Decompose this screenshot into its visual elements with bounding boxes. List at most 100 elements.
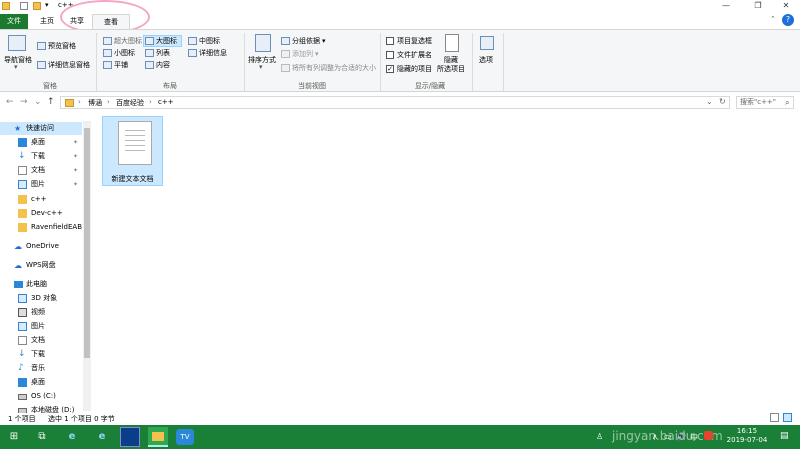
sidebar-item-music[interactable]: ♪ 音乐 bbox=[0, 362, 82, 375]
clock[interactable]: 16:15 2019-07-04 bbox=[722, 427, 772, 445]
layout-tiles[interactable]: 平铺 bbox=[103, 60, 128, 70]
item-checkboxes-label: 项目复选框 bbox=[397, 37, 432, 45]
sidebar-label: 下载 bbox=[31, 152, 45, 160]
help-button[interactable]: ? bbox=[782, 14, 794, 26]
layout-large-icons[interactable]: 大图标 bbox=[143, 35, 182, 47]
properties-icon[interactable] bbox=[20, 2, 28, 10]
layout-details[interactable]: 详细信息 bbox=[188, 48, 227, 58]
volume-icon[interactable]: 🔊 bbox=[676, 432, 686, 441]
large-icons-view-icon[interactable] bbox=[783, 413, 792, 422]
person-icon[interactable]: ♙ bbox=[596, 432, 603, 441]
extra-large-icons-icon bbox=[103, 37, 112, 45]
collapse-ribbon-button[interactable]: ⌃ bbox=[770, 15, 776, 23]
recent-locations-button[interactable]: ⌄ bbox=[34, 97, 42, 107]
app-icon[interactable] bbox=[120, 427, 140, 447]
back-button[interactable]: ← bbox=[6, 97, 14, 107]
tray-expand-icon[interactable]: ∧ bbox=[652, 432, 658, 441]
new-folder-icon[interactable] bbox=[33, 2, 41, 10]
details-view-icon[interactable] bbox=[770, 413, 779, 422]
sidebar-scrollbar-thumb[interactable] bbox=[84, 128, 90, 358]
size-columns-button[interactable]: 将所有列调整为合适的大小 bbox=[281, 63, 376, 73]
tab-file[interactable]: 文件 bbox=[0, 14, 28, 29]
refresh-icon[interactable]: ↻ bbox=[719, 97, 726, 106]
task-view-button[interactable]: ⧉ bbox=[32, 427, 52, 447]
sidebar-item-wps[interactable]: ☁ WPS网盘 bbox=[0, 259, 82, 272]
checkbox[interactable] bbox=[386, 51, 394, 59]
checkbox-checked[interactable]: ✓ bbox=[386, 65, 394, 73]
selection-info: 选中 1 个项目 0 字节 bbox=[48, 415, 115, 423]
sidebar-label: 快速访问 bbox=[26, 124, 54, 132]
sidebar-item-pc-documents[interactable]: 文档 bbox=[0, 334, 82, 347]
sogou-ime-icon[interactable] bbox=[704, 431, 713, 440]
minimize-button[interactable]: — bbox=[712, 0, 740, 12]
chevron-down-icon[interactable]: ▾ bbox=[259, 63, 263, 71]
sidebar-item-quick-access[interactable]: ★ 快速访问 bbox=[0, 122, 82, 135]
sidebar-item-downloads[interactable]: ↓ 下载 ✦ bbox=[0, 150, 82, 163]
sidebar-item-3d-objects[interactable]: 3D 对象 bbox=[0, 292, 82, 305]
edge-icon[interactable]: e bbox=[92, 427, 112, 447]
sidebar-item-onedrive[interactable]: ☁ OneDrive bbox=[0, 240, 82, 253]
notification-icon[interactable]: ▤ bbox=[780, 431, 789, 441]
pin-icon[interactable]: ✦ bbox=[73, 136, 78, 149]
preview-pane-button[interactable]: 预览窗格 bbox=[37, 41, 76, 51]
battery-icon[interactable]: ▭ bbox=[664, 432, 672, 441]
sidebar-item-pc-desktop[interactable]: 桌面 bbox=[0, 376, 82, 389]
group-by-button[interactable]: 分组依据 ▾ bbox=[281, 36, 326, 46]
item-checkboxes-toggle[interactable]: 项目复选框 bbox=[386, 36, 432, 46]
layout-medium-icons[interactable]: 中图标 bbox=[188, 36, 220, 46]
close-button[interactable]: ✕ bbox=[772, 0, 800, 12]
maximize-button[interactable]: ❐ bbox=[744, 0, 772, 12]
address-dropdown-icon[interactable]: ⌄ bbox=[706, 97, 713, 106]
search-icon: ⌕ bbox=[785, 98, 790, 107]
small-icons-icon bbox=[103, 49, 112, 57]
breadcrumb-item[interactable]: 百度经验 bbox=[116, 98, 144, 108]
layout-label: 内容 bbox=[156, 61, 170, 69]
sidebar-item-drive-d[interactable]: 本地磁盘 (D:) bbox=[0, 404, 82, 413]
sidebar-item-pictures[interactable]: 图片 ✦ bbox=[0, 178, 82, 191]
layout-content[interactable]: 内容 bbox=[145, 60, 170, 70]
sidebar-item-ravenfield[interactable]: RavenfieldEABe bbox=[0, 221, 82, 234]
sidebar-item-pc-pictures[interactable]: 图片 bbox=[0, 320, 82, 333]
sidebar-item-desktop[interactable]: 桌面 ✦ bbox=[0, 136, 82, 149]
hide-selected-label-2[interactable]: 所选项目 bbox=[437, 64, 465, 74]
options-button[interactable]: 选项 bbox=[479, 55, 493, 65]
layout-label: 超大图标 bbox=[114, 37, 142, 45]
ie-icon[interactable]: e bbox=[62, 427, 82, 447]
breadcrumb-item[interactable]: 博涵 bbox=[88, 98, 102, 108]
details-pane-button[interactable]: 详细信息窗格 bbox=[37, 60, 90, 70]
file-extensions-toggle[interactable]: 文件扩展名 bbox=[386, 50, 432, 60]
start-button[interactable]: ⊞ bbox=[4, 427, 24, 447]
sidebar-item-drive-c[interactable]: OS (C:) bbox=[0, 390, 82, 403]
file-explorer-icon[interactable] bbox=[148, 427, 168, 447]
pin-icon[interactable]: ✦ bbox=[73, 150, 78, 163]
sidebar-item-this-pc[interactable]: 此电脑 bbox=[0, 278, 82, 291]
up-button[interactable]: ↑ bbox=[47, 97, 55, 107]
chevron-down-icon[interactable]: ▾ bbox=[14, 63, 18, 71]
layout-list[interactable]: 列表 bbox=[145, 48, 170, 58]
address-field[interactable]: › 博涵 › 百度经验 › c++ ⌄ ↻ bbox=[60, 96, 730, 109]
search-input[interactable]: 搜索"c++" ⌕ bbox=[736, 96, 794, 109]
file-name[interactable]: 新建文本文档 bbox=[102, 174, 163, 184]
forward-button[interactable]: → bbox=[20, 97, 28, 107]
group-label-panes: 窗格 bbox=[43, 82, 57, 90]
sidebar-item-cpp[interactable]: c++ bbox=[0, 193, 82, 206]
layout-small-icons[interactable]: 小图标 bbox=[103, 48, 135, 58]
pin-icon[interactable]: ✦ bbox=[73, 164, 78, 177]
sidebar-item-videos[interactable]: 视频 bbox=[0, 306, 82, 319]
ime-indicator[interactable]: 中 bbox=[690, 432, 698, 443]
tab-home[interactable]: 主页 bbox=[32, 14, 62, 29]
size-columns-icon bbox=[281, 64, 290, 72]
sidebar-item-documents[interactable]: 文档 ✦ bbox=[0, 164, 82, 177]
checkbox[interactable] bbox=[386, 37, 394, 45]
details-pane-icon bbox=[37, 61, 46, 69]
hidden-items-toggle[interactable]: ✓ 隐藏的项目 bbox=[386, 64, 432, 74]
breadcrumb-item[interactable]: c++ bbox=[158, 98, 174, 106]
tv-app-icon[interactable]: TV bbox=[176, 429, 194, 445]
sidebar-item-dev-cpp[interactable]: Dev-c++ bbox=[0, 207, 82, 220]
qat-dropdown-icon[interactable]: ▾ bbox=[45, 1, 49, 9]
layout-extra-large-icons[interactable]: 超大图标 bbox=[103, 36, 142, 46]
nav-pane-button[interactable]: 导航窗格 bbox=[4, 55, 32, 65]
sidebar-item-pc-downloads[interactable]: ↓ 下载 bbox=[0, 348, 82, 361]
pin-icon[interactable]: ✦ bbox=[73, 178, 78, 191]
add-columns-button[interactable]: 添加列 ▾ bbox=[281, 49, 319, 59]
